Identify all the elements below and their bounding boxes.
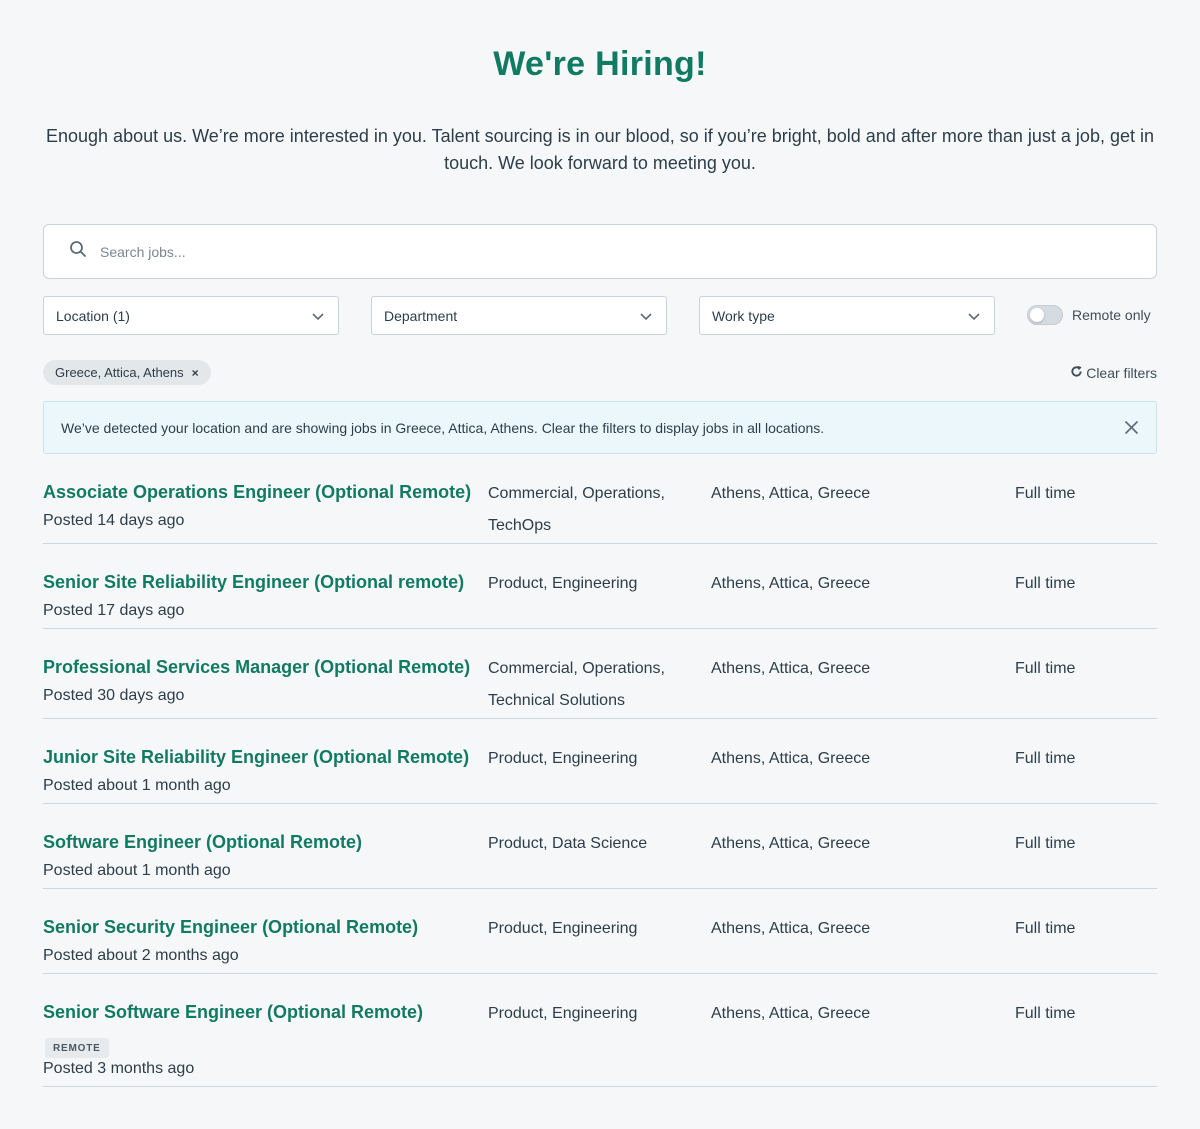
clear-filters-button[interactable]: Clear filters bbox=[1070, 365, 1157, 381]
job-row: Junior Site Reliability Engineer (Option… bbox=[43, 737, 1157, 804]
job-posted-date: Posted about 1 month ago bbox=[43, 862, 231, 879]
location-dropdown[interactable]: Location (1) bbox=[43, 296, 339, 335]
location-dropdown-label: Location (1) bbox=[56, 307, 130, 324]
job-location: Athens, Attica, Greece bbox=[711, 835, 871, 852]
job-department: Commercial, Operations, Technical Solutio… bbox=[488, 660, 665, 709]
job-type: Full time bbox=[1015, 750, 1076, 767]
department-dropdown[interactable]: Department bbox=[371, 296, 667, 335]
remote-badge: REMOTE bbox=[45, 1038, 109, 1058]
search-input[interactable] bbox=[100, 243, 1000, 260]
location-notice-text: We’ve detected your location and are sho… bbox=[61, 419, 825, 436]
job-title-link[interactable]: Senior Site Reliability Engineer (Option… bbox=[43, 572, 464, 593]
chevron-down-icon bbox=[640, 308, 652, 324]
job-department: Product, Data Science bbox=[488, 835, 648, 852]
job-title-link[interactable]: Software Engineer (Optional Remote) bbox=[43, 832, 362, 853]
job-posted-date: Posted about 2 months ago bbox=[43, 947, 239, 964]
job-location: Athens, Attica, Greece bbox=[711, 1005, 871, 1022]
search-box[interactable] bbox=[43, 224, 1157, 279]
refresh-icon bbox=[1070, 365, 1086, 381]
job-type: Full time bbox=[1015, 660, 1076, 677]
active-filter-chip: Greece, Attica, Athens × bbox=[43, 360, 211, 385]
work-type-dropdown[interactable]: Work type bbox=[699, 296, 995, 335]
clear-filters-label: Clear filters bbox=[1086, 365, 1157, 381]
job-department: Product, Engineering bbox=[488, 750, 638, 767]
job-row: Associate Operations Engineer (Optional … bbox=[43, 472, 1157, 544]
remote-only-toggle-group: Remote only bbox=[1027, 305, 1151, 325]
job-location: Athens, Attica, Greece bbox=[711, 575, 871, 592]
remove-filter-icon[interactable]: × bbox=[192, 366, 199, 380]
job-department: Product, Engineering bbox=[488, 920, 638, 937]
location-notice-banner: We’ve detected your location and are sho… bbox=[43, 401, 1157, 454]
job-location: Athens, Attica, Greece bbox=[711, 750, 871, 767]
job-title-link[interactable]: Senior Security Engineer (Optional Remot… bbox=[43, 917, 418, 938]
job-title-link[interactable]: Senior Software Engineer (Optional Remot… bbox=[43, 1002, 423, 1023]
job-row: Software Engineer (Optional Remote) Post… bbox=[43, 822, 1157, 889]
department-dropdown-label: Department bbox=[384, 307, 458, 324]
job-posted-date: Posted 3 months ago bbox=[43, 1060, 195, 1077]
job-row: Professional Services Manager (Optional … bbox=[43, 647, 1157, 719]
job-title-link[interactable]: Junior Site Reliability Engineer (Option… bbox=[43, 747, 469, 768]
job-row: Senior Site Reliability Engineer (Option… bbox=[43, 562, 1157, 629]
job-title-link[interactable]: Professional Services Manager (Optional … bbox=[43, 657, 470, 678]
job-location: Athens, Attica, Greece bbox=[711, 660, 871, 677]
job-department: Commercial, Operations, TechOps bbox=[488, 485, 665, 534]
job-type: Full time bbox=[1015, 1005, 1076, 1022]
work-type-dropdown-label: Work type bbox=[712, 307, 775, 324]
remote-only-label: Remote only bbox=[1072, 307, 1151, 323]
job-type: Full time bbox=[1015, 575, 1076, 592]
job-posted-date: Posted 30 days ago bbox=[43, 687, 185, 704]
job-location: Athens, Attica, Greece bbox=[711, 920, 871, 937]
job-posted-date: Posted about 1 month ago bbox=[43, 777, 231, 794]
job-type: Full time bbox=[1015, 920, 1076, 937]
chevron-down-icon bbox=[968, 308, 980, 324]
close-icon[interactable] bbox=[1124, 420, 1139, 435]
job-row: Senior Security Engineer (Optional Remot… bbox=[43, 907, 1157, 974]
remote-only-toggle[interactable] bbox=[1027, 305, 1063, 325]
chevron-down-icon bbox=[312, 308, 324, 324]
job-row: Senior Software Engineer (Optional Remot… bbox=[43, 992, 1157, 1087]
page-title: We're Hiring! bbox=[493, 45, 707, 83]
job-posted-date: Posted 14 days ago bbox=[43, 512, 185, 529]
search-icon bbox=[69, 240, 87, 263]
intro-text: Enough about us. We’re more interested i… bbox=[46, 126, 1154, 173]
job-department: Product, Engineering bbox=[488, 1005, 638, 1022]
job-department: Product, Engineering bbox=[488, 575, 638, 592]
job-type: Full time bbox=[1015, 835, 1076, 852]
job-location: Athens, Attica, Greece bbox=[711, 485, 871, 502]
job-type: Full time bbox=[1015, 485, 1076, 502]
active-filter-chip-label: Greece, Attica, Athens bbox=[55, 365, 184, 380]
job-posted-date: Posted 17 days ago bbox=[43, 602, 185, 619]
job-title-link[interactable]: Associate Operations Engineer (Optional … bbox=[43, 482, 471, 503]
